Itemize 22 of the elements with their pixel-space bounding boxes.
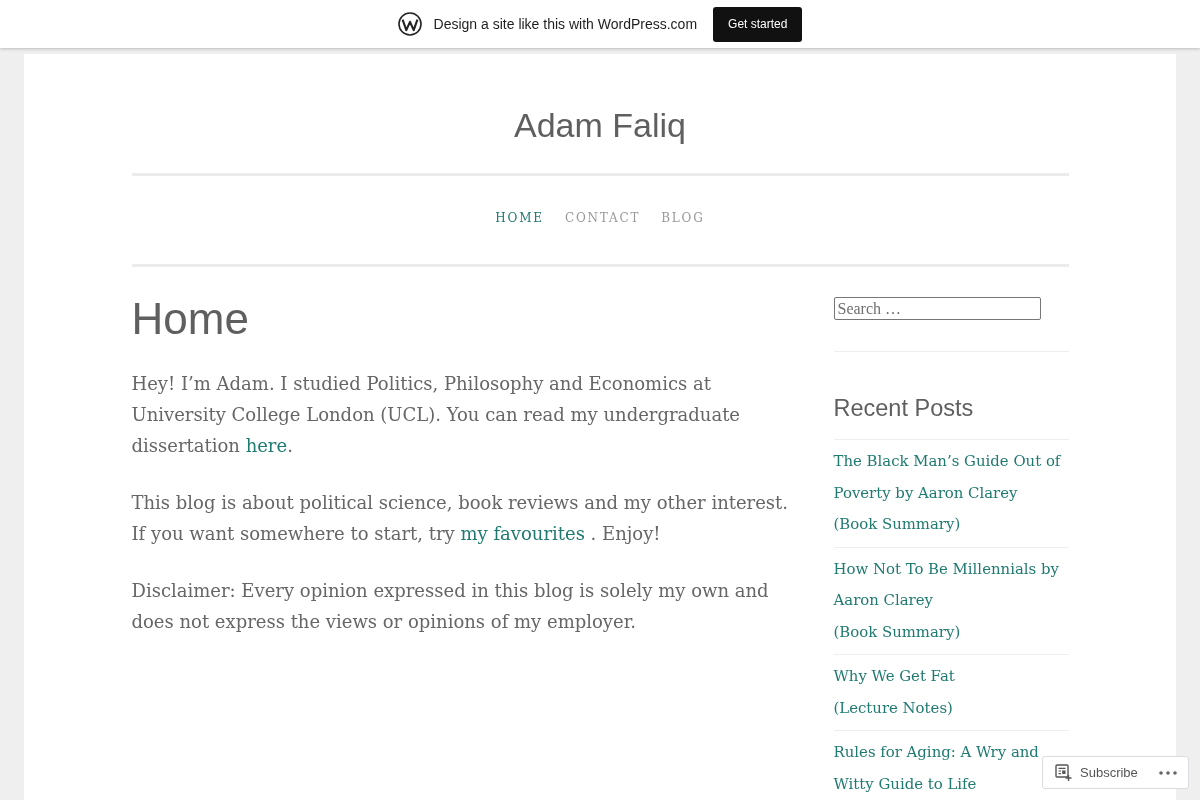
- nav-link[interactable]: CONTACT: [564, 208, 641, 228]
- subscribe-button[interactable]: Subscribe: [1055, 764, 1138, 781]
- more-icon[interactable]: [1159, 770, 1177, 775]
- widget-title: Recent Posts: [833, 394, 974, 422]
- promo-text: Design a site like this with WordPress.com: [433, 16, 698, 32]
- link[interactable]: my favourites: [460, 523, 585, 544]
- post-link[interactable]: Rules for Aging: A Wry and Witty Guide to Life: [833, 737, 1039, 800]
- post-link[interactable]: The Black Man’s Guide Out of Poverty by Aaron Clarey (Book Summary): [833, 446, 1061, 541]
- nav-link[interactable]: BLOG: [661, 208, 705, 228]
- search-field[interactable]: Search …: [833, 297, 1041, 320]
- paragraph: Disclaimer: Every opinion expressed in this blog is solely my own and does not express the views or opinions of my employer.: [131, 579, 770, 634]
- paragraph: This blog is about political science, book reviews and my other interest. If you want somewhere to start, try my favourites . Enjoy!: [131, 491, 790, 546]
- site-title[interactable]: Adam Faliq: [514, 104, 686, 146]
- logo-icon: [397, 12, 422, 36]
- page-title: Home: [131, 293, 249, 345]
- get-started-button[interactable]: Get started: [713, 6, 803, 42]
- post-link[interactable]: Why We Get Fat (Lecture Notes): [833, 661, 955, 724]
- post-link[interactable]: How Not To Be Millennials by Aaron Clarey (Book Summary): [833, 553, 1059, 648]
- document-plus-icon: [1055, 764, 1072, 781]
- nav-link[interactable]: HOME: [495, 208, 544, 228]
- paragraph: Hey! I’m Adam. I studied Politics, Philosophy and Economics at University College London (UCL). You can read my undergraduate dissertation here.: [131, 372, 742, 458]
- link[interactable]: here: [245, 435, 288, 456]
